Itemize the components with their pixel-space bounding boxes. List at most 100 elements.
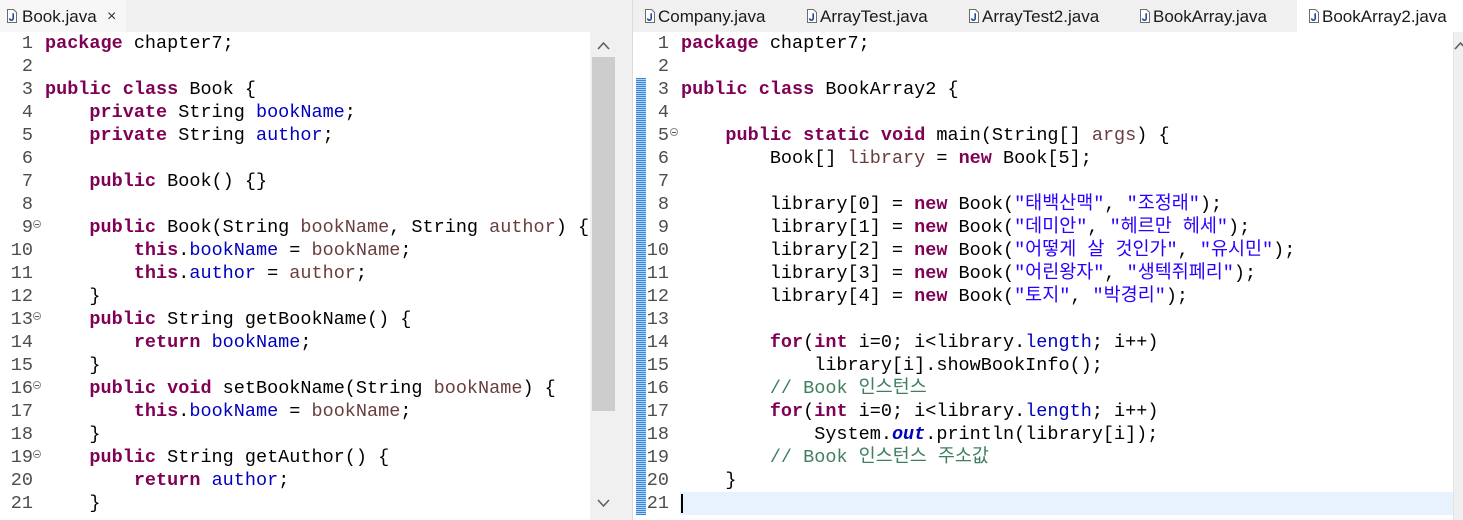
fold-collapse-icon[interactable] xyxy=(33,381,41,389)
code-line[interactable]: 17 this.bookName = bookName; xyxy=(0,400,590,423)
code-line[interactable]: 11 this.author = author; xyxy=(0,262,590,285)
keyword-token: new xyxy=(914,217,948,238)
scrollbar-thumb[interactable] xyxy=(592,57,615,411)
fold-collapse-icon[interactable] xyxy=(33,220,41,228)
code-lines[interactable]: 1 package chapter7; 2 3 public class Book {4… xyxy=(0,32,590,515)
code-text: // Book 인스턴스 주소값 xyxy=(681,446,989,469)
tab-company-java[interactable]: Company.java xyxy=(633,0,795,32)
scroll-down-icon[interactable] xyxy=(597,499,610,508)
code-line[interactable]: 6 xyxy=(0,147,590,170)
code-line[interactable]: 5 private String author; xyxy=(0,124,590,147)
fold-collapse-icon[interactable] xyxy=(33,312,41,320)
field-token: bookName xyxy=(255,102,345,123)
tab-bookarray2-java[interactable]: BookArray2.java xyxy=(1297,0,1463,32)
code-line[interactable]: 13 public String getBookName() { xyxy=(0,308,590,331)
code-line[interactable]: 16 public void setBookName(String bookNa… xyxy=(0,377,590,400)
vertical-scrollbar[interactable] xyxy=(590,32,617,520)
code-line[interactable]: 9 public Book(String bookName, String au… xyxy=(0,216,590,239)
keyword-token: class xyxy=(758,79,815,100)
code-line[interactable]: 15 library[i].showBookInfo(); xyxy=(633,354,1453,377)
fold-collapse-icon[interactable] xyxy=(33,450,41,458)
tab-book-java[interactable]: Book.java × xyxy=(0,0,126,32)
code-line[interactable]: 7 xyxy=(633,170,1453,193)
string-literal-token: "데미안" xyxy=(1014,217,1088,238)
code-line[interactable]: 10 this.bookName = bookName; xyxy=(0,239,590,262)
code-line[interactable]: 6 Book[] library = new Book[5]; xyxy=(633,147,1453,170)
code-line[interactable]: 3 public class BookArray2 { xyxy=(633,78,1453,101)
scroll-up-icon[interactable] xyxy=(1454,41,1463,50)
code-token: String xyxy=(167,102,256,123)
keyword-token: return xyxy=(133,332,201,353)
line-number: 15 xyxy=(10,355,33,376)
code-line[interactable]: 21 } xyxy=(0,492,590,515)
keyword-token: this xyxy=(133,263,179,284)
close-tab-button[interactable]: × xyxy=(107,0,116,32)
code-line[interactable]: 8 library[0] = new Book("태백산맥", "조정래"); xyxy=(633,193,1453,216)
code-line[interactable]: 2 xyxy=(633,55,1453,78)
tab-arraytest2-java[interactable]: ArrayTest2.java xyxy=(957,0,1128,32)
code-line[interactable]: 5 public static void main(String[] args)… xyxy=(633,124,1453,147)
code-line[interactable]: 1 package chapter7; xyxy=(0,32,590,55)
vertical-scrollbar[interactable] xyxy=(1453,32,1463,520)
code-token: library[1] = xyxy=(681,217,915,238)
code-line[interactable]: 4 xyxy=(633,101,1453,124)
code-line[interactable]: 18 } xyxy=(0,423,590,446)
keyword-token: static xyxy=(803,125,870,146)
code-line[interactable]: 13 xyxy=(633,308,1453,331)
code-token: setBookName(String xyxy=(211,378,434,399)
keyword-token: new xyxy=(914,240,948,261)
line-number: 5 xyxy=(21,125,33,146)
code-line[interactable]: 14 for(int i=0; i<library.length; i++) xyxy=(633,331,1453,354)
code-line[interactable]: 7 public Book() {} xyxy=(0,170,590,193)
code-line[interactable]: 21 xyxy=(633,492,1453,515)
code-lines[interactable]: 1 package chapter7; 2 3 public class BookArr… xyxy=(633,32,1453,515)
code-line[interactable]: 12 library[4] = new Book("토지", "박경리"); xyxy=(633,285,1453,308)
tab-arraytest-java[interactable]: ArrayTest.java xyxy=(795,0,957,32)
line-number: 2 xyxy=(21,56,33,77)
tab-bookarray-java[interactable]: BookArray.java xyxy=(1128,0,1297,32)
code-line[interactable]: 18 System.out.println(library[i]); xyxy=(633,423,1453,446)
code-text: public class BookArray2 { xyxy=(681,78,959,101)
code-line[interactable]: 16 // Book 인스턴스 xyxy=(633,377,1453,400)
code-line[interactable]: 2 xyxy=(0,55,590,78)
code-line[interactable]: 4 private String bookName; xyxy=(0,101,590,124)
code-text: // Book 인스턴스 xyxy=(681,377,927,400)
code-line[interactable]: 8 xyxy=(0,193,590,216)
code-text: for(int i=0; i<library.length; i++) xyxy=(681,400,1159,423)
field-token: author xyxy=(189,263,256,284)
code-editor-book-java[interactable]: 1 package chapter7; 2 3 public class Book {4… xyxy=(0,32,590,520)
code-line[interactable]: 3 public class Book { xyxy=(0,78,590,101)
code-line[interactable]: 19 // Book 인스턴스 주소값 xyxy=(633,446,1453,469)
code-line[interactable]: 9 library[1] = new Book("데미안", "헤르만 헤세")… xyxy=(633,216,1453,239)
code-token: Book { xyxy=(178,79,256,100)
field-token: length xyxy=(1025,332,1092,353)
keyword-token: new xyxy=(958,148,992,169)
code-text: library[3] = new Book("어린왕자", "생텍쥐페리"); xyxy=(681,262,1256,285)
code-line[interactable]: 20 return author; xyxy=(0,469,590,492)
code-token: ) { xyxy=(555,217,590,238)
code-text: for(int i=0; i<library.length; i++) xyxy=(681,331,1159,354)
code-text: library[i].showBookInfo(); xyxy=(681,354,1103,377)
code-token: ); xyxy=(1199,194,1223,215)
code-editor-bookarray2-java[interactable]: 1 package chapter7; 2 3 public class BookArr… xyxy=(633,32,1453,520)
code-line[interactable]: 11 library[3] = new Book("어린왕자", "생텍쥐페리"… xyxy=(633,262,1453,285)
code-token: i=0; i<library. xyxy=(847,401,1026,422)
code-line[interactable]: 10 library[2] = new Book("어떻게 살 것인가", "유… xyxy=(633,239,1453,262)
code-line[interactable]: 17 for(int i=0; i<library.length; i++) xyxy=(633,400,1453,423)
code-line[interactable]: 20 } xyxy=(633,469,1453,492)
tab-label: Company.java xyxy=(658,7,766,26)
code-line[interactable]: 1 package chapter7; xyxy=(633,32,1453,55)
scroll-up-icon[interactable] xyxy=(597,41,610,50)
fold-collapse-icon[interactable] xyxy=(670,128,678,136)
code-line[interactable]: 19 public String getAuthor() { xyxy=(0,446,590,469)
code-line[interactable]: 14 return bookName; xyxy=(0,331,590,354)
code-line[interactable]: 15 } xyxy=(0,354,590,377)
code-token: Book( xyxy=(947,240,1015,261)
editor-split-sash[interactable] xyxy=(617,0,633,520)
line-number: 2 xyxy=(657,56,669,77)
code-line[interactable]: 12 } xyxy=(0,285,590,308)
